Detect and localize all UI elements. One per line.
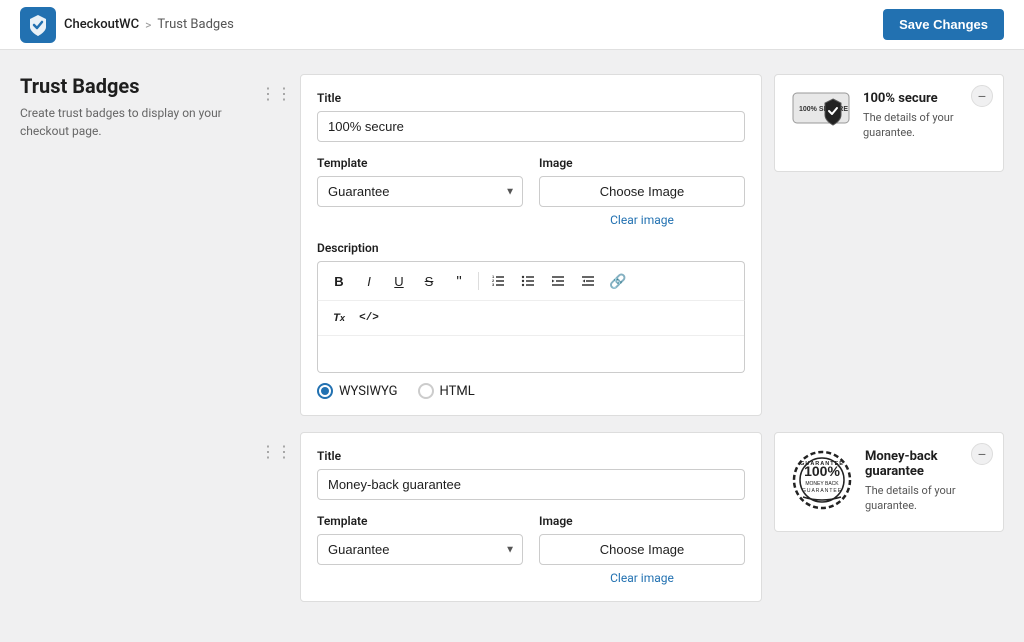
badge-preview-1: 100% SECURE 100% secure The details of y… [774,74,1004,172]
strikethrough-button-1[interactable]: S [416,268,442,294]
svg-text:MONEY BACK: MONEY BACK [805,481,839,487]
badge-preview-2: GUARANTEE 100% MONEY BACK GUARANTEE Mone… [774,432,1004,532]
editor-content-1[interactable] [318,336,744,372]
preview-text-1: 100% secure The details of your guarante… [863,91,987,141]
description-section-1: Description B I U S " 123 [317,241,745,399]
template-select-wrap-2: Guarantee Simple ▼ [317,534,523,565]
clear-image-link-1[interactable]: Clear image [539,213,745,227]
save-changes-button[interactable]: Save Changes [883,9,1004,40]
image-label-2: Image [539,514,745,528]
badge-item-1: ⋮⋮ Title Template Guarantee Simple [260,74,1004,416]
link-button-1[interactable]: 🔗 [605,268,631,294]
template-label-2: Template [317,514,523,528]
svg-text:GUARANTEE: GUARANTEE [802,488,842,494]
sidebar: Trust Badges Create trust badges to disp… [20,74,240,618]
template-image-row-2: Template Guarantee Simple ▼ Image Choose… [317,514,745,585]
clear-image-link-2[interactable]: Clear image [539,571,745,585]
breadcrumb-home[interactable]: CheckoutWC [64,17,139,32]
code-button-1[interactable]: </> [356,305,382,331]
description-label-1: Description [317,241,745,255]
template-select-1[interactable]: Guarantee Simple [317,176,523,207]
html-label-1: HTML [440,384,475,399]
unordered-list-button-1[interactable] [515,268,541,294]
template-col-1: Template Guarantee Simple ▼ [317,156,523,227]
choose-image-button-1[interactable]: Choose Image [539,176,745,207]
image-col-2: Image Choose Image Clear image [539,514,745,585]
editor-toolbar-1: B I U S " 123 [317,261,745,300]
outdent-button-1[interactable] [575,268,601,294]
topbar: CheckoutWC > Trust Badges Save Changes [0,0,1024,50]
badge-form-1: Title Template Guarantee Simple ▼ [300,74,762,416]
html-option-1[interactable]: HTML [418,383,475,399]
wysiwyg-label-1: WYSIWYG [339,384,398,399]
title-input-1[interactable] [317,111,745,142]
preview-image-2: GUARANTEE 100% MONEY BACK GUARANTEE [791,449,853,515]
breadcrumb-separator: > [145,18,151,32]
editor-second-row-1: Tx </> [317,300,745,373]
image-label-1: Image [539,156,745,170]
preview-title-2: Money-back guarantee [865,449,987,479]
topbar-left: CheckoutWC > Trust Badges [20,7,234,43]
drag-handle-icon-1: ⋮⋮ [260,86,292,102]
title-label-1: Title [317,91,745,105]
preview-description-2: The details of your guarantee. [865,483,987,514]
underline-button-1[interactable]: U [386,268,412,294]
title-label-2: Title [317,449,745,463]
wysiwyg-radio-1[interactable] [317,383,333,399]
template-label-1: Template [317,156,523,170]
app-logo [20,7,56,43]
wysiwyg-option-1[interactable]: WYSIWYG [317,383,398,399]
guarantee-badge-svg: GUARANTEE 100% MONEY BACK GUARANTEE [791,449,853,511]
preview-text-2: Money-back guarantee The details of your… [865,449,987,514]
remove-badge-button-1[interactable]: − [971,85,993,107]
main-layout: Trust Badges Create trust badges to disp… [0,50,1024,642]
template-select-2[interactable]: Guarantee Simple [317,534,523,565]
svg-text:100%: 100% [804,463,840,479]
page-title: Trust Badges [20,74,240,98]
drag-handle-2[interactable]: ⋮⋮ [260,432,300,460]
editor-row2-toolbar-1: Tx </> [318,301,744,336]
preview-description-1: The details of your guarantee. [863,110,987,141]
page-description: Create trust badges to display on your c… [20,104,240,140]
svg-text:3: 3 [492,282,495,287]
choose-image-button-2[interactable]: Choose Image [539,534,745,565]
blockquote-button-1[interactable]: " [446,268,472,294]
editor-mode-radio-1: WYSIWYG HTML [317,383,745,399]
breadcrumb-current: Trust Badges [157,17,233,32]
template-image-row-1: Template Guarantee Simple ▼ Image Choose… [317,156,745,227]
image-col-1: Image Choose Image Clear image [539,156,745,227]
html-radio-1[interactable] [418,383,434,399]
drag-handle-icon-2: ⋮⋮ [260,444,292,460]
toolbar-sep-1 [478,272,479,290]
title-input-2[interactable] [317,469,745,500]
clear-format-button-1[interactable]: Tx [326,305,352,331]
remove-badge-button-2[interactable]: − [971,443,993,465]
preview-title-1: 100% secure [863,91,987,106]
bold-button-1[interactable]: B [326,268,352,294]
indent-button-1[interactable] [545,268,571,294]
template-select-wrap-1: Guarantee Simple ▼ [317,176,523,207]
preview-image-1: 100% SECURE [791,91,851,155]
ordered-list-button-1[interactable]: 123 [485,268,511,294]
drag-handle-1[interactable]: ⋮⋮ [260,74,300,102]
italic-button-1[interactable]: I [356,268,382,294]
shield-badge-svg: 100% SECURE [791,91,851,151]
template-col-2: Template Guarantee Simple ▼ [317,514,523,585]
content-area: ⋮⋮ Title Template Guarantee Simple [260,74,1004,618]
breadcrumb: CheckoutWC > Trust Badges [64,17,234,32]
